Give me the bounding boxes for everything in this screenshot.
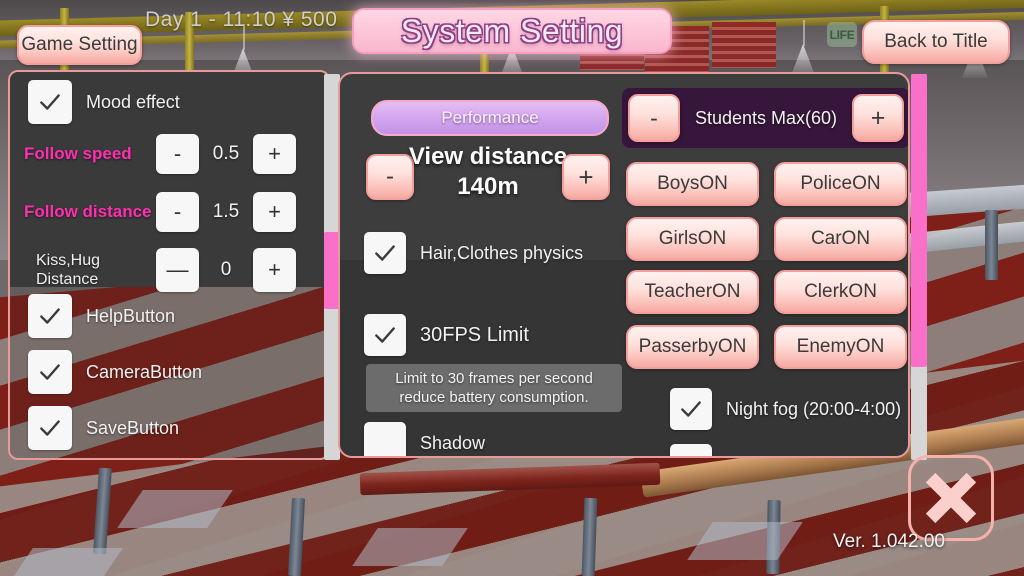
setting-row-save-button: SaveButton — [28, 406, 179, 450]
toggle-button-enemy[interactable]: EnemyON — [774, 325, 907, 369]
checkbox-mood-effect-label: Mood effect — [86, 91, 180, 112]
check-icon — [375, 327, 395, 343]
checkbox-30fps-limit-label: 30FPS Limit — [420, 323, 529, 346]
main-settings-panel: Performance - View distance 140m + Hair,… — [338, 72, 910, 458]
tooltip-30fps-limit: Limit to 30 frames per second reduce bat… — [366, 364, 622, 412]
life-icon: LIFE — [827, 22, 857, 47]
checkbox-hair-clothes-physics-label: Hair,Clothes physics — [420, 242, 584, 263]
follow-distance-decrement-button[interactable]: - — [156, 192, 199, 232]
setting-row-kiss-hug-distance: Kiss,Hug Distance — 0 + — [24, 248, 296, 292]
follow-distance-increment-button[interactable]: + — [253, 192, 296, 232]
setting-row-night-fog: Night fog (20:00-4:00) — [670, 388, 901, 430]
follow-speed-decrement-button[interactable]: - — [156, 134, 199, 174]
setting-row-hair-clothes-physics: Hair,Clothes physics — [364, 232, 583, 274]
checkbox-shadow-label: Shadow — [420, 432, 486, 453]
close-button[interactable] — [908, 455, 994, 541]
view-distance-readout: View distance 140m — [398, 142, 578, 202]
students-max-increment-button[interactable]: + — [852, 94, 904, 142]
follow-speed-label: Follow speed — [24, 144, 132, 163]
page-title: System Setting — [352, 8, 672, 54]
students-max-label: Students Max(60) — [694, 107, 838, 128]
view-distance-value: 140m — [457, 173, 519, 200]
kiss-hug-distance-decrement-button[interactable]: — — [156, 248, 199, 292]
follow-distance-label: Follow distance — [24, 202, 152, 221]
toggle-button-police[interactable]: PoliceON — [774, 162, 907, 206]
left-settings-panel: Mood effect Follow speed - 0.5 + Follow … — [8, 70, 330, 460]
view-distance-increment-button[interactable]: + — [562, 154, 610, 200]
checkbox-night-fog[interactable] — [670, 388, 712, 430]
tooltip-line-2: reduce battery consumption. — [399, 389, 589, 406]
tab-performance[interactable]: Performance — [371, 100, 609, 136]
checkbox-help-button-label: HelpButton — [86, 305, 176, 326]
checkbox-mood-effect[interactable] — [28, 80, 72, 124]
follow-speed-increment-button[interactable]: + — [253, 134, 296, 174]
scene-desk-leg — [985, 210, 998, 280]
check-icon — [681, 401, 701, 417]
checkbox-help-button[interactable] — [28, 294, 72, 338]
checkbox-night-fog-label: Night fog (20:00-4:00) — [726, 398, 902, 419]
setting-row-mood-effect: Mood effect — [28, 80, 180, 124]
back-to-title-button[interactable]: Back to Title — [862, 20, 1010, 64]
kiss-hug-distance-label: Kiss,Hug Distance — [24, 251, 142, 289]
students-max-decrement-button[interactable]: - — [628, 94, 680, 142]
check-icon — [40, 308, 60, 324]
setting-row-30fps-limit: 30FPS Limit — [364, 314, 529, 356]
view-distance-label: View distance — [408, 143, 568, 170]
tab-game-setting[interactable]: Game Setting — [17, 25, 142, 65]
kiss-hug-distance-value: 0 — [220, 259, 232, 280]
back-to-title-label: Back to Title — [884, 31, 988, 52]
kiss-hug-distance-label-line2: Distance — [36, 271, 99, 288]
main-panel-scrollbar-thumb[interactable] — [911, 74, 927, 368]
checkbox-weapon-material-label: Weapon material — [726, 455, 862, 457]
setting-row-weapon-material: Weapon material — [670, 444, 862, 458]
setting-row-follow-distance: Follow distance - 1.5 + — [24, 192, 296, 232]
checkbox-camera-button[interactable] — [28, 350, 72, 394]
toggle-button-passerby[interactable]: PasserbyON — [626, 325, 759, 369]
checkbox-save-button[interactable] — [28, 406, 72, 450]
setting-row-help-button: HelpButton — [28, 294, 175, 338]
main-panel-scrollbar[interactable] — [911, 74, 927, 460]
checkbox-hair-clothes-physics[interactable] — [364, 232, 406, 274]
kiss-hug-distance-increment-button[interactable]: + — [253, 248, 296, 292]
students-max-control: - Students Max(60) + — [622, 88, 908, 148]
version-label: Ver. 1.042.00 — [833, 531, 945, 552]
setting-row-shadow: Shadow — [364, 422, 486, 456]
scene-lamp-wire — [803, 20, 805, 46]
kiss-hug-distance-label-line1: Kiss,Hug — [36, 252, 101, 269]
setting-row-camera-button: CameraButton — [28, 350, 202, 394]
close-x-icon — [925, 472, 977, 524]
checkbox-save-button-label: SaveButton — [86, 417, 180, 438]
check-icon — [40, 364, 60, 380]
page-title-label: System Setting — [400, 12, 624, 49]
hud-day-money: Day 1 - 11:10 ¥ 500 — [145, 8, 338, 31]
game-settings-screen: Day 1 - 11:10 ¥ 500 LIFE Game Setting Sy… — [0, 0, 1024, 576]
check-icon — [678, 452, 704, 458]
checkbox-weapon-material[interactable] — [670, 444, 712, 458]
toggle-button-boys[interactable]: BoysON — [626, 162, 759, 206]
check-icon — [40, 94, 60, 110]
toggle-button-clerk[interactable]: ClerkON — [774, 270, 907, 314]
checkbox-30fps-limit[interactable] — [364, 314, 406, 356]
scene-bench-leg — [581, 497, 598, 576]
check-icon — [375, 245, 395, 261]
checkbox-camera-button-label: CameraButton — [86, 361, 203, 382]
tab-game-setting-label: Game Setting — [21, 34, 138, 55]
setting-row-follow-speed: Follow speed - 0.5 + — [24, 134, 296, 174]
checkbox-shadow[interactable] — [364, 422, 406, 456]
scene-shelf — [712, 22, 776, 68]
toggle-button-car[interactable]: CarON — [774, 217, 907, 261]
follow-speed-value: 0.5 — [212, 143, 240, 164]
check-icon — [40, 420, 60, 436]
tooltip-line-1: Limit to 30 frames per second — [395, 370, 593, 387]
toggle-button-teacher[interactable]: TeacherON — [626, 270, 759, 314]
follow-distance-value: 1.5 — [212, 201, 240, 222]
tab-performance-label: Performance — [441, 108, 539, 127]
toggle-button-girls[interactable]: GirlsON — [626, 217, 759, 261]
